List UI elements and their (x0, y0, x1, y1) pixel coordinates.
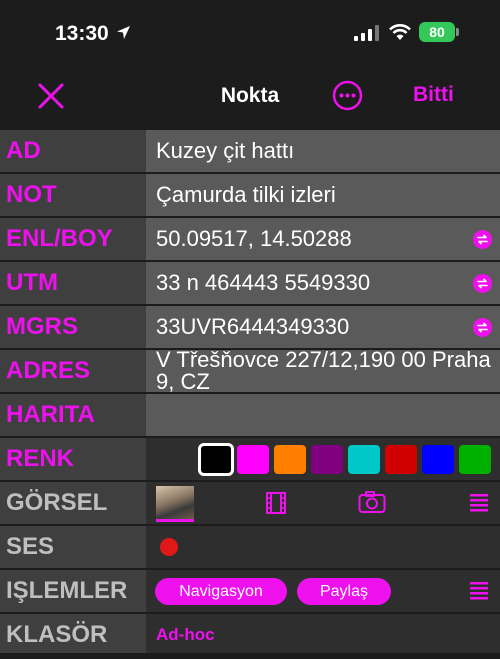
status-time: 13:30 (55, 22, 109, 45)
mgrs-value: 33UVR6444349330 (156, 314, 350, 339)
battery-indicator: 80 (419, 22, 455, 42)
latlon-value: 50.09517, 14.50288 (156, 226, 352, 251)
cellular-signal-icon (354, 25, 379, 41)
camera-icon[interactable] (358, 490, 386, 514)
record-button[interactable] (160, 538, 178, 556)
image-label: GÖRSEL (0, 482, 146, 524)
row-latlon: ENL/BOY 50.09517, 14.50288 (0, 218, 500, 262)
utm-field[interactable]: 33 n 464443 5549330 (146, 262, 500, 304)
row-folder: KLASÖR Ad-hoc (0, 614, 500, 658)
nav-bar: Nokta Bitti (0, 66, 500, 130)
address-field[interactable]: V Třešňovce 227/12,190 00 Praha 9, CZ (146, 349, 500, 393)
wifi-icon (389, 24, 411, 40)
more-icon[interactable] (332, 80, 363, 111)
mgrs-label: MGRS (0, 306, 146, 348)
utm-value: 33 n 464443 5549330 (156, 270, 371, 295)
map-field[interactable] (146, 394, 500, 436)
note-label: NOT (0, 174, 146, 216)
name-field[interactable]: Kuzey çit hattı (146, 130, 500, 172)
color-swatch[interactable] (459, 445, 491, 474)
bottom-edge (0, 653, 500, 659)
folder-value: Ad-hoc (156, 625, 215, 644)
image-controls (146, 482, 500, 524)
mgrs-field[interactable]: 33UVR6444349330 (146, 306, 500, 348)
action-controls: Navigasyon Paylaş (146, 570, 500, 612)
color-swatch[interactable] (311, 445, 343, 474)
color-swatch[interactable] (348, 445, 380, 474)
color-swatch[interactable] (422, 445, 454, 474)
name-label: AD (0, 130, 146, 172)
latlon-label: ENL/BOY (0, 218, 146, 260)
audio-label: SES (0, 526, 146, 568)
row-audio: SES (0, 526, 500, 570)
color-swatch[interactable] (385, 445, 417, 474)
row-actions: IŞLEMLER Navigasyon Paylaş (0, 570, 500, 614)
row-map: HARITA (0, 394, 500, 438)
menu-icon[interactable] (470, 581, 488, 601)
color-swatch[interactable] (198, 443, 234, 476)
swap-icon[interactable] (473, 274, 492, 293)
point-detail-table: AD Kuzey çit hattı NOT Çamurda tilki izl… (0, 130, 500, 658)
photo-thumbnail[interactable] (156, 486, 194, 522)
color-label: RENK (0, 438, 146, 480)
color-swatch[interactable] (274, 445, 306, 474)
share-button[interactable]: Paylaş (297, 578, 391, 605)
film-icon[interactable] (265, 492, 287, 514)
utm-label: UTM (0, 262, 146, 304)
location-arrow-icon (117, 26, 130, 39)
folder-field[interactable]: Ad-hoc (146, 614, 500, 656)
row-note: NOT Çamurda tilki izleri (0, 174, 500, 218)
navigate-button[interactable]: Navigasyon (155, 578, 287, 605)
row-name: AD Kuzey çit hattı (0, 130, 500, 174)
row-utm: UTM 33 n 464443 5549330 (0, 262, 500, 306)
map-label: HARITA (0, 394, 146, 436)
color-swatches (198, 443, 491, 476)
color-swatch[interactable] (237, 445, 269, 474)
battery-tip (456, 28, 459, 36)
row-mgrs: MGRS 33UVR6444349330 (0, 306, 500, 350)
swap-icon[interactable] (473, 230, 492, 249)
actions-label: IŞLEMLER (0, 570, 146, 612)
row-address: ADRES V Třešňovce 227/12,190 00 Praha 9,… (0, 349, 500, 394)
swap-icon[interactable] (473, 318, 492, 337)
done-button[interactable]: Bitti (413, 83, 454, 107)
address-label: ADRES (0, 350, 146, 392)
note-field[interactable]: Çamurda tilki izleri (146, 174, 500, 216)
status-bar: 13:30 80 (0, 0, 500, 66)
folder-label: KLASÖR (0, 614, 146, 656)
audio-controls (146, 526, 500, 568)
menu-icon[interactable] (470, 493, 488, 513)
latlon-field[interactable]: 50.09517, 14.50288 (146, 218, 500, 260)
row-color: RENK (0, 438, 500, 482)
row-image: GÖRSEL (0, 482, 500, 526)
